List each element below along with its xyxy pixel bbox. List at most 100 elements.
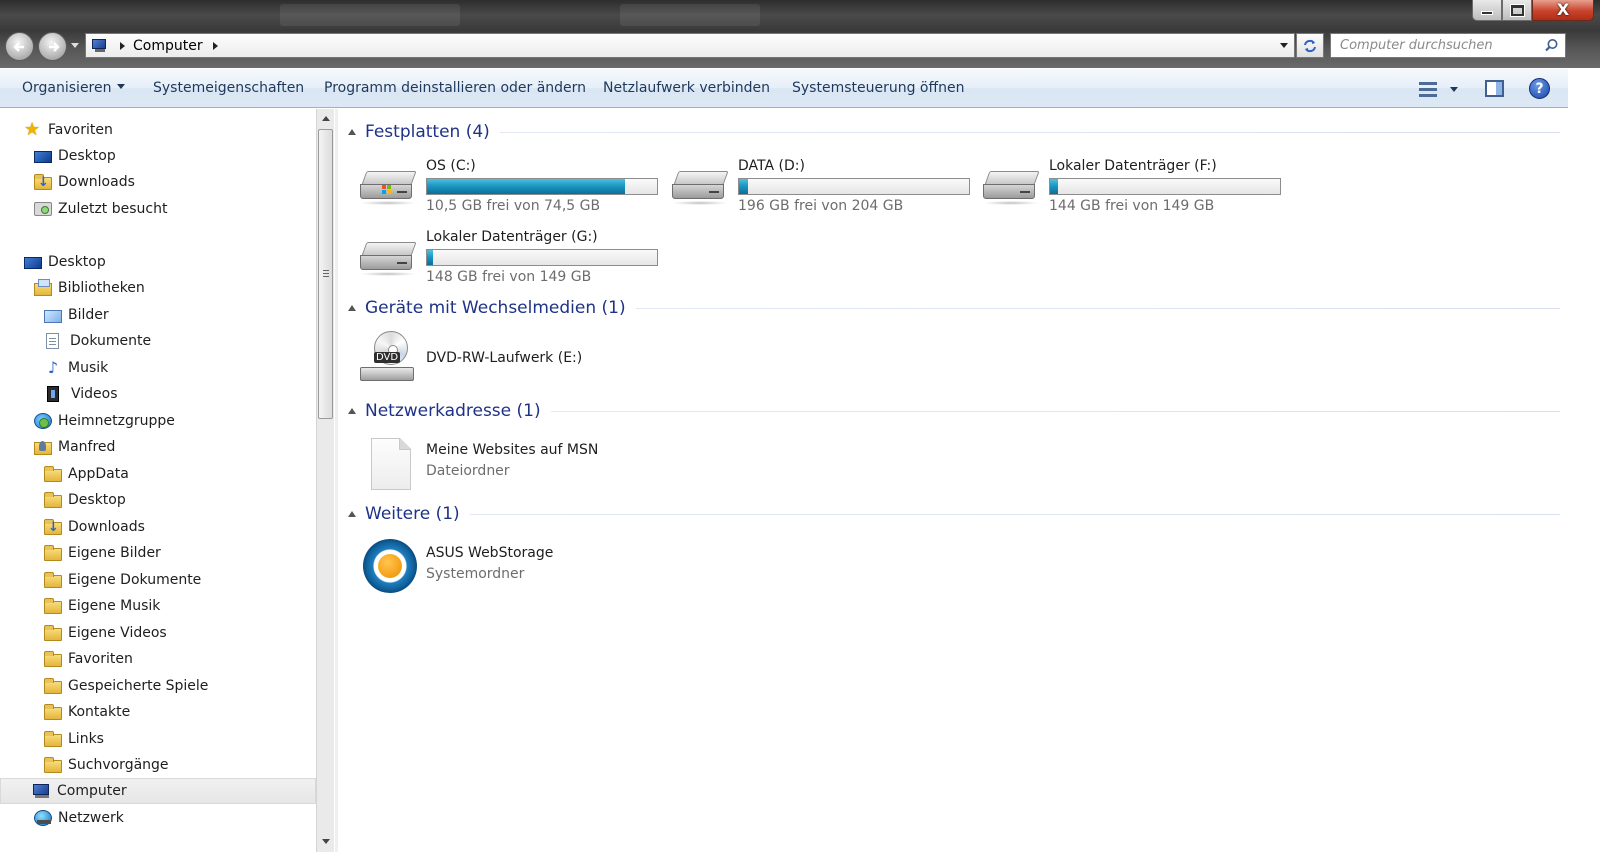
videos-icon: [47, 386, 59, 402]
drive-tile-g[interactable]: Lokaler Datenträger (G:) 148 GB frei von…: [338, 224, 658, 286]
network-location-type: Dateiordner: [426, 463, 510, 479]
dvd-drive-icon: DVD: [360, 331, 420, 387]
chevron-down-icon: [116, 84, 125, 89]
asus-webstorage-tile[interactable]: ASUS WebStorage Systemordner: [338, 537, 638, 599]
change-view-icon[interactable]: [1419, 81, 1437, 97]
sidebar-item-eigene-videos[interactable]: Eigene Videos: [44, 621, 167, 645]
system-properties-button[interactable]: Systemeigenschaften: [153, 80, 304, 96]
breadcrumb-separator-icon[interactable]: [212, 41, 218, 50]
content-pane: Festplatten (4) OS (C:) 10,5 GB frei von…: [338, 109, 1568, 852]
sidebar-item-suchvorgaenge[interactable]: Suchvorgänge: [44, 753, 169, 777]
refresh-button[interactable]: [1296, 33, 1324, 58]
recent-places-icon: [34, 202, 52, 216]
sidebar-item-bilder[interactable]: Bilder: [44, 303, 109, 327]
collapse-triangle-icon[interactable]: [348, 511, 356, 517]
sidebar-item-desktop-root[interactable]: Desktop: [24, 250, 106, 274]
organize-label: Organisieren: [22, 80, 112, 96]
group-header-wechselmedien[interactable]: Geräte mit Wechselmedien (1): [348, 297, 1560, 319]
address-bar[interactable]: Computer: [85, 33, 1295, 58]
sidebar-item-favoriten[interactable]: ★ Favoriten: [24, 118, 113, 142]
map-network-drive-button[interactable]: Netzlaufwerk verbinden: [603, 80, 770, 96]
sidebar-item-label: Musik: [68, 360, 109, 376]
navigation-scrollbar[interactable]: [316, 109, 334, 852]
sidebar-item-label: Bilder: [68, 307, 109, 323]
forward-arrow-icon: [48, 41, 60, 52]
drive-name: Lokaler Datenträger (F:): [1049, 158, 1217, 174]
group-header-netzwerkadresse[interactable]: Netzwerkadresse (1): [348, 400, 1560, 422]
collapse-triangle-icon[interactable]: [348, 129, 356, 135]
sidebar-item-kontakte[interactable]: Kontakte: [44, 700, 130, 724]
drive-usage-fill: [427, 179, 625, 194]
drive-free-space: 196 GB frei von 204 GB: [738, 198, 904, 214]
pictures-icon: [44, 309, 62, 323]
help-icon[interactable]: ?: [1529, 78, 1550, 99]
minimize-button[interactable]: [1472, 0, 1502, 21]
group-header-weitere[interactable]: Weitere (1): [348, 503, 1560, 525]
search-box[interactable]: [1330, 33, 1566, 58]
sidebar-item-label: AppData: [68, 466, 129, 482]
sidebar-item-musik[interactable]: ♪ Musik: [44, 356, 108, 380]
group-header-festplatten[interactable]: Festplatten (4): [348, 121, 1560, 143]
drive-tile-f[interactable]: Lokaler Datenträger (F:) 144 GB frei von…: [961, 153, 1281, 215]
documents-folder-icon: [44, 572, 62, 588]
sidebar-item-dokumente[interactable]: Dokumente: [44, 329, 151, 353]
sidebar-item-label: Downloads: [68, 519, 145, 535]
sidebar-item-gespeicherte-spiele[interactable]: Gespeicherte Spiele: [44, 674, 208, 698]
sidebar-item-netzwerk[interactable]: Netzwerk: [34, 806, 124, 830]
drive-usage-fill: [739, 179, 749, 194]
back-button[interactable]: [5, 32, 34, 61]
breadcrumb-separator-icon[interactable]: [120, 41, 125, 50]
sidebar-item-eigene-dokumente[interactable]: Eigene Dokumente: [44, 568, 201, 592]
command-bar: Organisieren Systemeigenschaften Program…: [0, 68, 1568, 108]
address-dropdown-icon[interactable]: [1280, 43, 1288, 48]
sidebar-item-appdata[interactable]: AppData: [44, 462, 129, 486]
preview-pane-icon[interactable]: [1485, 80, 1504, 97]
scroll-down-arrow-icon[interactable]: [322, 839, 330, 844]
sidebar-item-eigene-bilder[interactable]: Eigene Bilder: [44, 541, 161, 565]
window-title-bar: X Computer: [0, 0, 1600, 68]
sidebar-item-label: Heimnetzgruppe: [58, 413, 175, 429]
sidebar-item-downloads-folder[interactable]: Downloads: [44, 515, 145, 539]
drive-tile-d[interactable]: DATA (D:) 196 GB frei von 204 GB: [650, 153, 970, 215]
favorites-folder-icon: [44, 651, 62, 667]
sidebar-item-downloads[interactable]: Downloads: [34, 170, 135, 194]
drive-name: Lokaler Datenträger (G:): [426, 229, 598, 245]
sidebar-item-label: Zuletzt besucht: [58, 201, 168, 217]
sidebar-item-desktop-folder[interactable]: Desktop: [44, 488, 126, 512]
sidebar-item-links[interactable]: Links: [44, 727, 104, 751]
star-icon: ★: [24, 119, 41, 140]
organize-menu[interactable]: Organisieren: [22, 80, 125, 96]
sidebar-item-eigene-musik[interactable]: Eigene Musik: [44, 594, 160, 618]
dvd-drive-tile[interactable]: DVD DVD-RW-Laufwerk (E:): [338, 331, 638, 393]
scrollbar-thumb[interactable]: [318, 129, 333, 419]
sidebar-item-favoriten-folder[interactable]: Favoriten: [44, 647, 133, 671]
sidebar-item-computer[interactable]: Computer: [0, 778, 316, 804]
network-location-tile[interactable]: Meine Websites auf MSN Dateiordner: [338, 434, 638, 496]
open-control-panel-button[interactable]: Systemsteuerung öffnen: [792, 80, 965, 96]
sidebar-item-label: Eigene Videos: [68, 625, 167, 641]
desktop-icon: [34, 151, 52, 163]
blurred-background: [620, 4, 760, 26]
recent-pages-dropdown[interactable]: [71, 43, 79, 48]
desktop-folder-icon: [44, 492, 62, 508]
forward-button[interactable]: [38, 32, 67, 61]
sidebar-item-manfred[interactable]: Manfred: [34, 435, 115, 459]
sidebar-item-bibliotheken[interactable]: Bibliotheken: [34, 276, 145, 300]
minimize-icon: [1481, 11, 1493, 15]
sidebar-item-zuletzt-besucht[interactable]: Zuletzt besucht: [34, 197, 167, 221]
uninstall-program-button[interactable]: Programm deinstallieren oder ändern: [324, 80, 586, 96]
scroll-up-arrow-icon[interactable]: [322, 116, 330, 121]
breadcrumb-computer[interactable]: Computer: [133, 38, 203, 54]
sidebar-item-heimnetzgruppe[interactable]: Heimnetzgruppe: [34, 409, 175, 433]
sidebar-item-videos[interactable]: Videos: [44, 382, 118, 406]
search-input[interactable]: [1340, 38, 1540, 53]
drive-tile-c[interactable]: OS (C:) 10,5 GB frei von 74,5 GB: [338, 153, 658, 215]
computer-icon: [33, 783, 51, 799]
search-icon[interactable]: [1544, 38, 1559, 53]
close-button[interactable]: X: [1532, 0, 1594, 21]
collapse-triangle-icon[interactable]: [348, 305, 356, 311]
collapse-triangle-icon[interactable]: [348, 408, 356, 414]
view-options-dropdown[interactable]: [1450, 87, 1458, 92]
maximize-button[interactable]: [1502, 0, 1532, 21]
sidebar-item-desktop[interactable]: Desktop: [34, 144, 116, 168]
